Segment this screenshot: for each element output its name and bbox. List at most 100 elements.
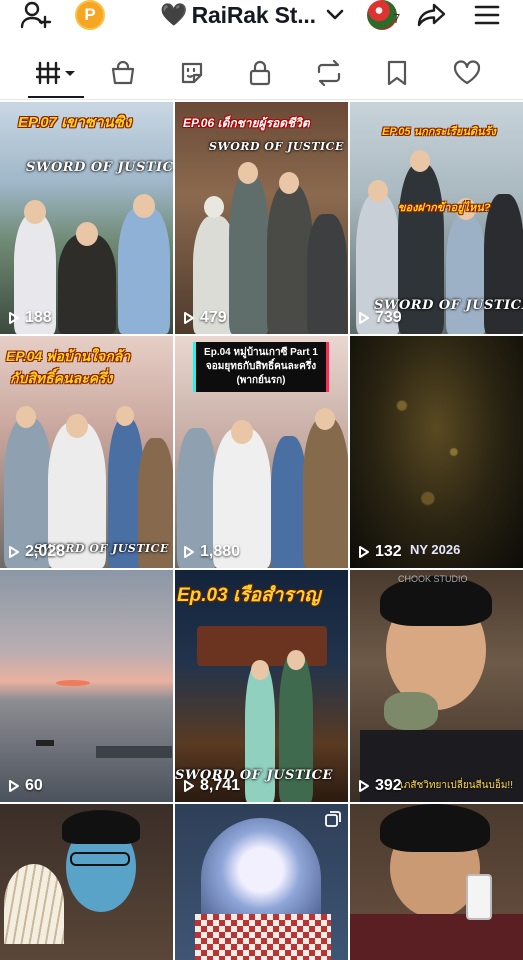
figure-head	[24, 200, 46, 224]
video-tile[interactable]: EP.05 นกกระเรียนดินร้ง ของฝากข้าอยู่ไหน?…	[350, 102, 523, 334]
episode-title: Ep.03 เรือสำราญ	[177, 585, 321, 606]
figure-head	[116, 406, 134, 426]
view-count: 479	[183, 309, 227, 327]
account-title: RaiRak St...	[191, 1, 316, 28]
figure	[118, 206, 170, 334]
view-count: 188	[8, 309, 52, 327]
figure-head	[287, 650, 305, 670]
figure-head	[315, 408, 335, 430]
view-count: 392	[358, 777, 402, 795]
black-heart-emoji: 🖤	[160, 2, 188, 27]
figure-head	[66, 414, 88, 438]
boat	[36, 740, 54, 746]
chevron-down-icon	[326, 9, 344, 20]
figure	[229, 174, 269, 334]
hair	[62, 810, 140, 844]
play-icon	[359, 780, 369, 792]
play-icon	[359, 546, 369, 558]
repost-icon	[317, 60, 341, 86]
figure-head	[251, 660, 269, 680]
video-tile[interactable]: Ep.03 เรือสำราญ SWORD OF JUSTICE 8,741	[175, 570, 348, 802]
figure-head	[368, 180, 388, 202]
account-switcher[interactable]: 🖤 RaiRak St...	[158, 0, 346, 30]
tab-private[interactable]	[230, 48, 290, 98]
shopping-bag-icon	[111, 60, 135, 85]
figure	[307, 214, 347, 334]
play-icon	[9, 780, 19, 792]
view-count: 132	[358, 543, 402, 561]
play-icon	[184, 546, 194, 558]
figure-head	[410, 150, 430, 172]
tab-favorites[interactable]	[162, 48, 222, 98]
video-tile[interactable]: NY 2026 132	[350, 336, 523, 568]
bookmark-icon	[387, 60, 407, 86]
tabs-divider	[0, 99, 523, 100]
tab-liked[interactable]	[437, 48, 497, 98]
menu-icon	[474, 5, 500, 25]
points-button[interactable]: P	[74, 0, 106, 30]
top-bar: P 🖤 RaiRak St... 7	[0, 0, 523, 36]
add-user-button[interactable]	[18, 0, 54, 30]
play-icon	[9, 312, 19, 324]
figure-head	[238, 162, 258, 184]
video-tile[interactable]: Ep.04 หมู่บ้านเกาซี Part 1 จอมยุทธกับสิท…	[175, 336, 348, 568]
video-tile[interactable]: 60	[0, 570, 173, 802]
video-subtitle: เภสัชวิทยาเปลี่ยนสีนบอ็ม!!	[400, 780, 513, 791]
play-icon	[359, 312, 369, 324]
figure-head	[279, 172, 299, 194]
tea-cup	[384, 692, 438, 730]
lock-icon	[249, 60, 271, 86]
figure-head	[16, 406, 36, 428]
tab-saved[interactable]	[367, 48, 427, 98]
episode-title-line2: กับสิทธิ์คนละครึ่ง	[10, 370, 113, 386]
video-tile[interactable]: EP.04 พ่อบ้านใจกล้า กับสิทธิ์คนละครึ่ง S…	[0, 336, 173, 568]
view-count: 2,028	[8, 543, 65, 561]
tab-shop[interactable]	[93, 48, 153, 98]
figure	[303, 418, 348, 568]
episode-subtitle: ของฝากข้าอยู่ไหน?	[398, 202, 491, 214]
episode-title: EP.07 เขาซานซิง	[18, 114, 132, 131]
menu-button[interactable]	[468, 0, 506, 30]
share-icon	[417, 3, 446, 27]
view-count: 8,741	[183, 777, 240, 795]
watermark-text: CHOOK STUDIO	[398, 574, 468, 584]
video-tile[interactable]	[350, 804, 523, 960]
pier	[96, 746, 172, 758]
video-tile[interactable]	[175, 804, 348, 960]
hair	[380, 804, 490, 852]
figure	[271, 436, 307, 568]
sunset-glow	[56, 680, 90, 686]
figure	[58, 234, 116, 334]
video-tile[interactable]: CHOOK STUDIO เภสัชวิทยาเปลี่ยนสีนบอ็ม!! …	[350, 570, 523, 802]
view-count: 60	[8, 777, 43, 795]
play-icon	[184, 312, 194, 324]
robe	[350, 914, 523, 960]
add-user-icon	[20, 1, 52, 29]
video-thumbnail	[0, 570, 173, 802]
episode-title: EP.04 พ่อบ้านใจกล้า	[6, 348, 131, 364]
figure-head	[231, 420, 253, 444]
multi-photo-icon	[324, 810, 342, 833]
figure-head	[204, 196, 224, 218]
figure-head	[76, 222, 98, 246]
profile-tabs	[0, 48, 523, 98]
view-count: 739	[358, 309, 402, 327]
play-icon	[184, 780, 194, 792]
phone	[466, 874, 492, 920]
heart-icon	[453, 60, 481, 85]
series-brand: SWORD OF JUSTICE	[209, 140, 344, 153]
episode-title: EP.06 เด็กชายผู้รอดชีวิต	[183, 116, 310, 130]
video-caption: Ep.04 หมู่บ้านเกาซี Part 1 จอมยุทธกับสิท…	[193, 342, 329, 392]
tab-videos-grid[interactable]	[26, 48, 86, 98]
grid-filter-icon	[36, 61, 75, 85]
sticker-icon	[181, 62, 203, 84]
share-button[interactable]	[413, 0, 451, 30]
checkered-floor	[195, 914, 331, 960]
avatar-badge-count: 7	[393, 11, 401, 26]
tab-reposts[interactable]	[299, 48, 359, 98]
video-tile[interactable]	[0, 804, 173, 960]
video-tile[interactable]: EP.07 เขาซานซิง SWORD OF JUSTICE 188	[0, 102, 173, 334]
figure-head	[133, 194, 155, 218]
video-tile[interactable]: EP.06 เด็กชายผู้รอดชีวิต SWORD OF JUSTIC…	[175, 102, 348, 334]
video-overlay-text: NY 2026	[410, 542, 461, 557]
